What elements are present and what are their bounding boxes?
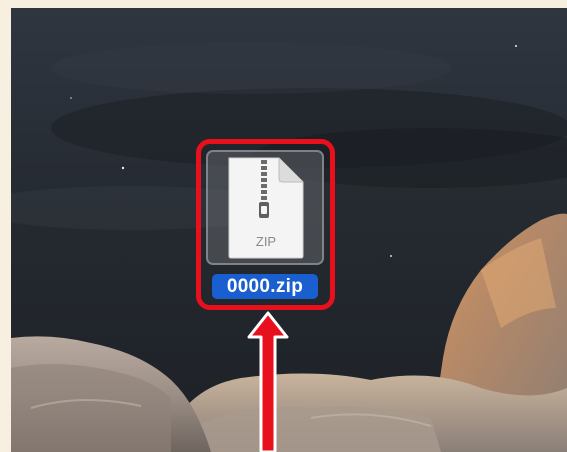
annotation-highlight-box bbox=[196, 139, 335, 310]
screenshot-frame: ZIP 0000.zip bbox=[0, 0, 567, 452]
annotation-arrow-icon bbox=[247, 311, 289, 452]
